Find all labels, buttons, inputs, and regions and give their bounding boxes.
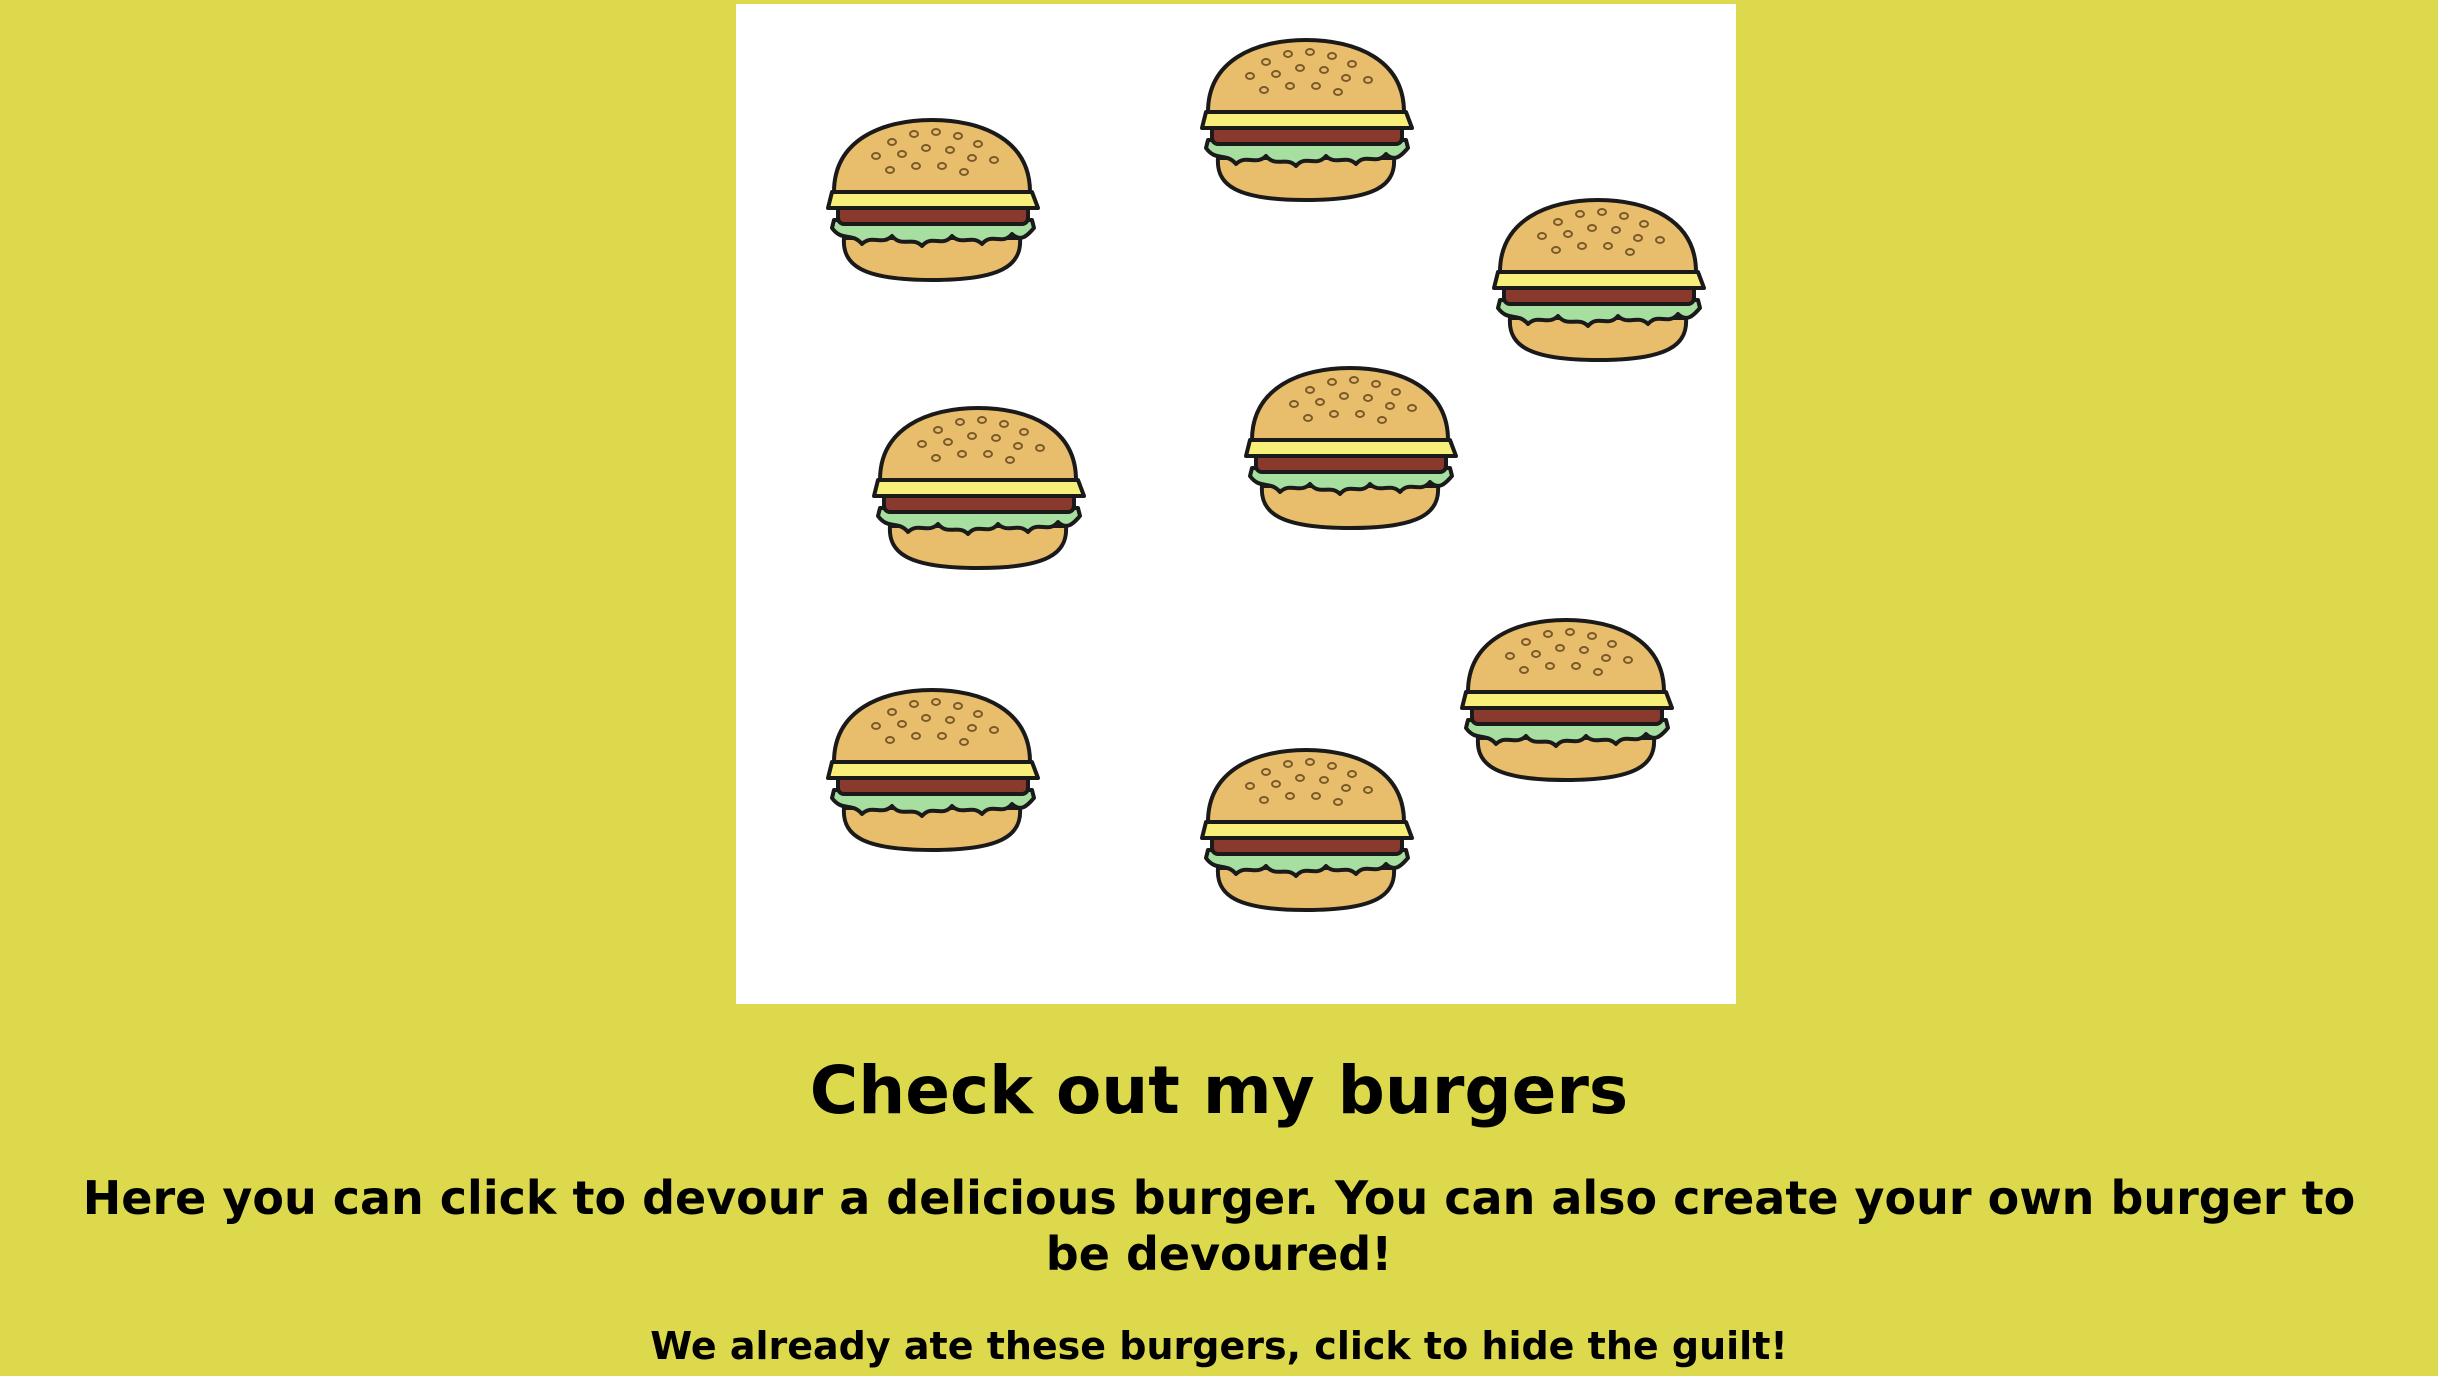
burger-icon: [1244, 366, 1458, 530]
burger-icon: [1200, 748, 1414, 912]
page-title: Check out my burgers: [809, 1052, 1629, 1129]
page-subtitle: Here you can click to devour a delicious…: [82, 1171, 2356, 1281]
devoured-burgers-toggle[interactable]: We already ate these burgers, click to h…: [0, 1318, 2438, 1374]
burger-icon: [1492, 198, 1706, 362]
page: Check out my burgers Here you can click …: [0, 0, 2438, 1376]
burger-icon: [872, 406, 1086, 570]
burger-icon: [826, 118, 1040, 282]
hero-image: [736, 4, 1736, 1004]
burger-illustration: [826, 38, 1706, 912]
burger-icon: [1460, 618, 1674, 782]
burger-icon: [826, 688, 1040, 852]
burger-icon: [1200, 38, 1414, 202]
